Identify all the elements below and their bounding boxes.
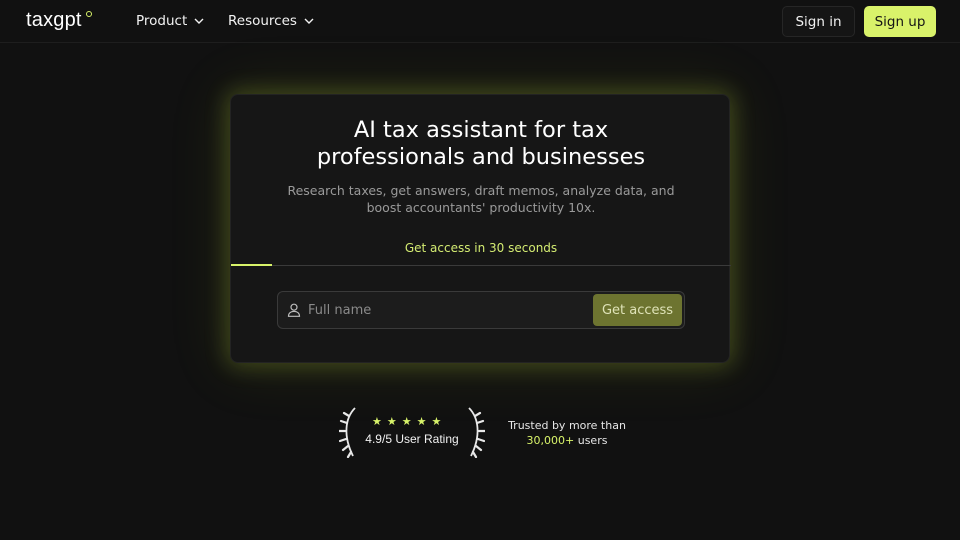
trust-line-1: Trusted by more than [508,419,626,432]
user-count: 30,000+ [526,434,575,447]
headline-line-1: AI tax assistant for tax [353,117,609,143]
nav-item-label: Resources [228,13,297,29]
star-icon: ★ [431,415,442,428]
sign-up-button[interactable]: Sign up [864,6,936,37]
star-icon: ★ [401,415,412,428]
star-icon: ★ [386,415,397,428]
user-icon [287,303,301,317]
logo-dot-icon [86,11,92,17]
laurel-right-icon [468,407,485,458]
star-icon: ★ [416,415,427,428]
laurel-left-icon [339,407,356,458]
subtitle: Research taxes, get answers, draft memos… [231,182,731,216]
star-rating: ★ ★ ★ ★ ★ [372,416,441,428]
name-form: Get access [277,291,685,329]
subtitle-line-2: boost accountants' productivity 10x. [366,200,596,215]
page-title: AI tax assistant for tax professionals a… [231,117,731,171]
user-count-suffix: users [574,434,608,447]
nav-item-label: Product [136,13,188,29]
signup-card: AI tax assistant for tax professionals a… [230,94,731,363]
tab-divider [231,265,731,266]
sign-in-button[interactable]: Sign in [782,6,855,37]
headline-line-2: professionals and businesses [316,144,646,170]
nav-item-product[interactable]: Product [136,13,205,29]
get-access-button[interactable]: Get access [593,294,682,326]
trust-text: Trusted by more than 30,000+ users [505,418,629,448]
full-name-input[interactable] [308,296,588,324]
subtitle-line-1: Research taxes, get answers, draft memos… [287,183,675,198]
tab-get-access[interactable]: Get access in 30 seconds [231,241,731,255]
trust-line-2: 30,000+ users [505,433,629,448]
rating-text: 4.9/5 User Rating [365,432,459,446]
top-nav: taxgpt Product Resources Sign in Sign up [0,0,960,43]
chevron-down-icon [194,18,204,24]
chevron-down-icon [304,18,314,24]
nav-item-resources[interactable]: Resources [228,13,315,29]
logo[interactable]: taxgpt [26,9,82,32]
tab-active-indicator [231,264,272,266]
star-icon: ★ [372,415,382,428]
